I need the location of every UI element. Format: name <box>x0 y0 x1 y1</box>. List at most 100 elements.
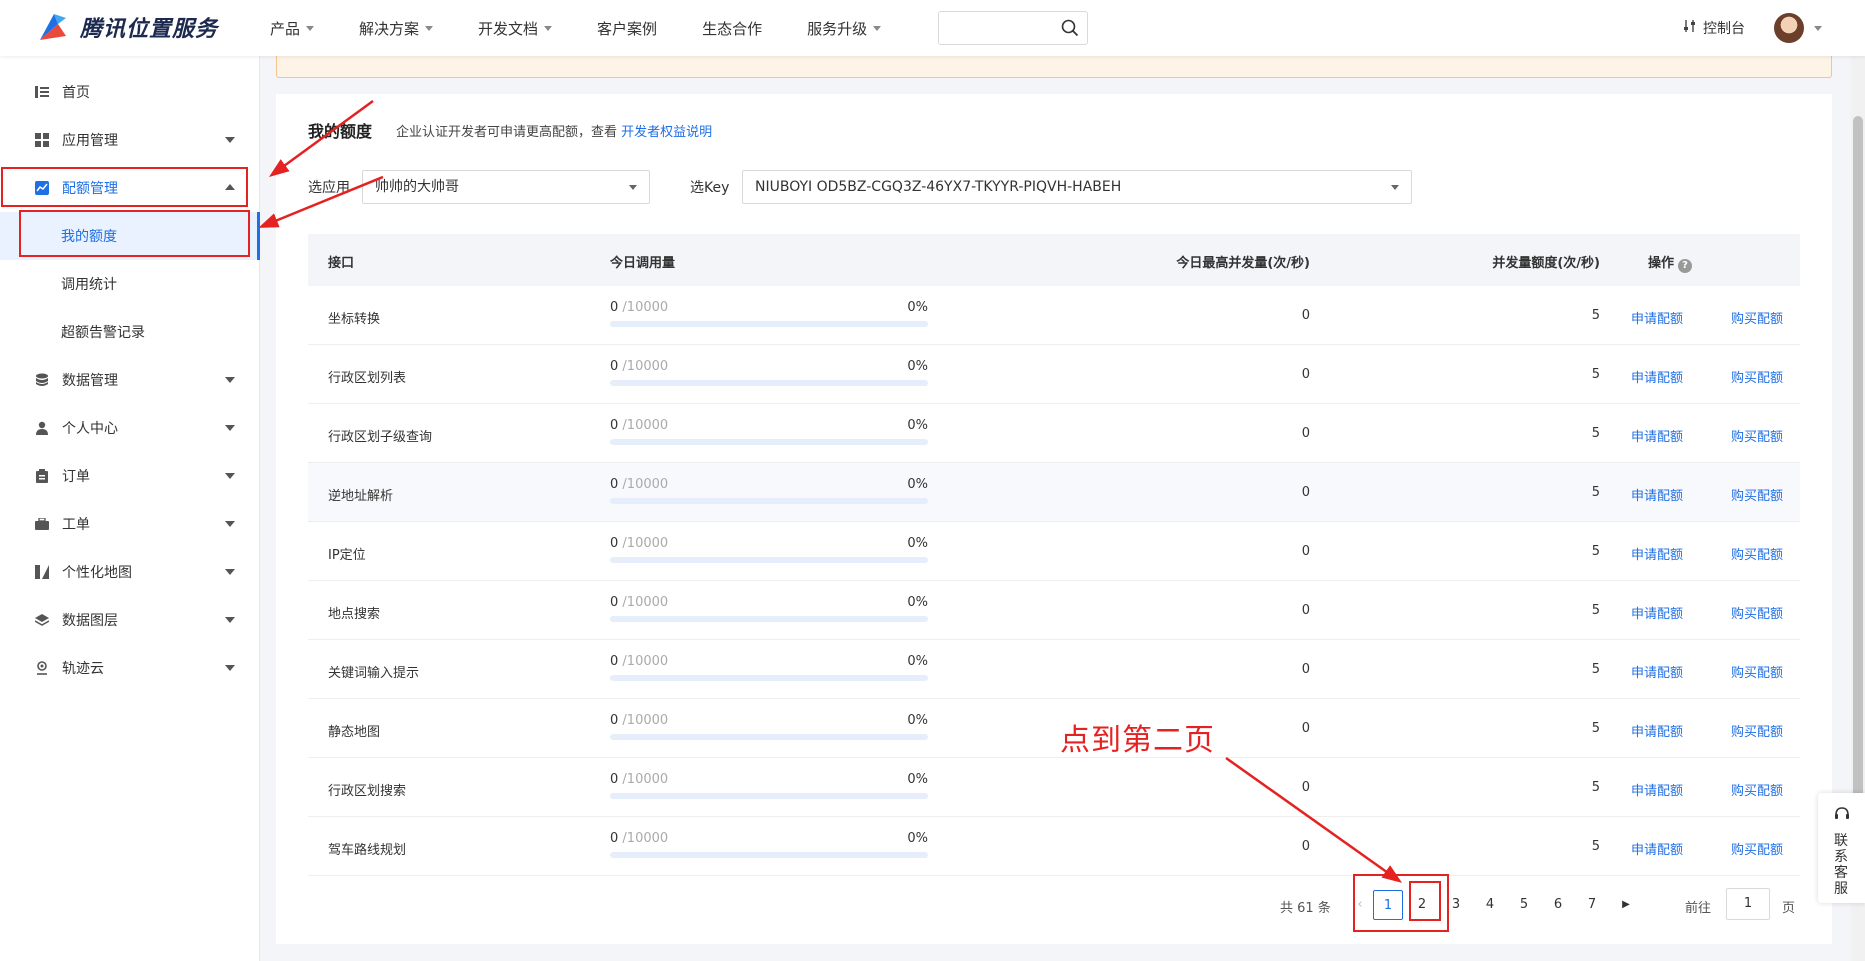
nav-cases[interactable]: 客户案例 <box>597 18 657 39</box>
usage-total: /10000 <box>622 831 669 846</box>
apply-quota-link[interactable]: 申请配额 <box>1631 662 1683 681</box>
nav-upgrade[interactable]: 服务升级 <box>807 18 882 39</box>
usage-cell: 0 /10000 0% <box>610 595 928 622</box>
nav-products[interactable]: 产品 <box>270 18 315 39</box>
location-icon <box>34 660 50 676</box>
list-icon <box>34 84 50 100</box>
nav-label: 产品 <box>270 19 301 38</box>
concurrency-quota: 5 <box>1591 662 1600 677</box>
table-row: 静态地图 0 /10000 0% 0 5 申请配额 购买配额 <box>308 699 1800 758</box>
peak-concurrency: 0 <box>1301 603 1310 618</box>
apply-quota-link[interactable]: 申请配额 <box>1631 839 1683 858</box>
buy-quota-link[interactable]: 购买配额 <box>1731 780 1783 799</box>
nav-docs[interactable]: 开发文档 <box>478 18 553 39</box>
nav-label: 生态合作 <box>702 19 763 38</box>
buy-quota-link[interactable]: 购买配额 <box>1731 485 1783 504</box>
sidebar-item-data-layers[interactable]: 数据图层 <box>0 596 260 644</box>
sidebar-item-tickets[interactable]: 工单 <box>0 500 260 548</box>
usage-cell: 0 /10000 0% <box>610 713 928 740</box>
sidebar-item-data-management[interactable]: 数据管理 <box>0 356 260 404</box>
nav-ecosystem[interactable]: 生态合作 <box>702 18 762 39</box>
next-page-icon[interactable]: ▶ <box>1611 890 1641 920</box>
layers-icon <box>34 612 50 628</box>
usage-cell: 0 /10000 0% <box>610 536 928 563</box>
apply-quota-link[interactable]: 申请配额 <box>1631 308 1683 327</box>
sidebar-item-label: 首页 <box>62 85 90 101</box>
chevron-down-icon <box>225 521 235 527</box>
usage-percent: 0% <box>907 772 928 787</box>
usage-used: 0 <box>610 654 619 669</box>
quota-hint: 企业认证开发者可申请更高配额，查看 开发者权益说明 <box>396 121 712 140</box>
console-link[interactable]: 控制台 <box>1683 18 1745 38</box>
concurrency-quota: 5 <box>1591 426 1600 441</box>
concurrency-quota: 5 <box>1591 367 1600 382</box>
api-name: 关键词输入提示 <box>328 666 420 681</box>
apply-quota-link[interactable]: 申请配额 <box>1631 780 1683 799</box>
apply-quota-link[interactable]: 申请配额 <box>1631 544 1683 563</box>
usage-total: /10000 <box>622 654 669 669</box>
apply-quota-link[interactable]: 申请配额 <box>1631 367 1683 386</box>
usage-used: 0 <box>610 595 619 610</box>
sidebar-item-orders[interactable]: 订单 <box>0 452 260 500</box>
buy-quota-link[interactable]: 购买配额 <box>1731 544 1783 563</box>
api-name: 行政区划搜索 <box>328 784 407 799</box>
scrollbar-thumb[interactable] <box>1853 116 1863 816</box>
avatar[interactable] <box>1774 13 1804 43</box>
page-6[interactable]: 6 <box>1543 890 1573 920</box>
usage-count: 0 /10000 <box>610 772 668 787</box>
app-select-value: 帅帅的大帅哥 <box>375 179 459 195</box>
buy-quota-link[interactable]: 购买配额 <box>1731 662 1783 681</box>
help-icon[interactable]: ? <box>1678 258 1693 273</box>
search-box <box>938 11 1088 45</box>
sidebar-item-home[interactable]: 首页 <box>0 68 260 116</box>
buy-quota-link[interactable]: 购买配额 <box>1731 839 1783 858</box>
buy-quota-link[interactable]: 购买配额 <box>1731 367 1783 386</box>
chevron-down-icon <box>225 665 235 671</box>
concurrency-quota: 5 <box>1591 721 1600 736</box>
apply-quota-link[interactable]: 申请配额 <box>1631 603 1683 622</box>
developer-rights-link[interactable]: 开发者权益说明 <box>621 125 712 140</box>
buy-quota-link[interactable]: 购买配额 <box>1731 426 1783 445</box>
usage-percent: 0% <box>907 654 928 669</box>
key-select[interactable]: NIUBOYI OD5BZ-CGQ3Z-46YX7-TKYYR-PIQVH-HA… <box>742 170 1412 204</box>
console-label: 控制台 <box>1703 21 1745 37</box>
apply-quota-link[interactable]: 申请配额 <box>1631 721 1683 740</box>
buy-quota-link[interactable]: 购买配额 <box>1731 721 1783 740</box>
annotation-text: 点到第二页 <box>1060 723 1215 758</box>
usage-percent: 0% <box>907 418 928 433</box>
sidebar-item-app-management[interactable]: 应用管理 <box>0 116 260 164</box>
logo-icon <box>36 10 70 44</box>
page-7[interactable]: 7 <box>1577 890 1607 920</box>
total-count: 共 61 条 <box>1280 901 1331 916</box>
usage-percent: 0% <box>907 300 928 315</box>
sidebar-item-custom-map[interactable]: 个性化地图 <box>0 548 260 596</box>
apply-quota-link[interactable]: 申请配额 <box>1631 485 1683 504</box>
grid-icon <box>34 132 50 148</box>
chevron-down-icon <box>873 25 882 31</box>
contact-service-button[interactable]: 联系客服 <box>1818 793 1865 903</box>
search-icon[interactable] <box>1061 19 1079 41</box>
goto-page-input[interactable]: 1 <box>1726 888 1770 920</box>
page-5[interactable]: 5 <box>1509 890 1539 920</box>
usage-total: /10000 <box>622 713 669 728</box>
buy-quota-link[interactable]: 购买配额 <box>1731 308 1783 327</box>
col-actions: 操作? <box>1648 252 1693 273</box>
sidebar-item-overage-alerts[interactable]: 超额告警记录 <box>0 308 260 356</box>
sidebar-item-personal-center[interactable]: 个人中心 <box>0 404 260 452</box>
logo[interactable]: 腾讯位置服务 <box>36 10 218 44</box>
sidebar-item-call-stats[interactable]: 调用统计 <box>0 260 260 308</box>
app-select[interactable]: 帅帅的大帅哥 <box>362 170 650 204</box>
concurrency-quota: 5 <box>1591 308 1600 323</box>
usage-progress-bar <box>610 557 928 563</box>
usage-progress-bar <box>610 321 928 327</box>
key-select-value: NIUBOYI OD5BZ-CGQ3Z-46YX7-TKYYR-PIQVH-HA… <box>755 179 1122 195</box>
sidebar-item-trajectory-cloud[interactable]: 轨迹云 <box>0 644 260 692</box>
buy-quota-link[interactable]: 购买配额 <box>1731 603 1783 622</box>
pagination: 共 61 条 ‹ 1 2 3 4 5 6 7 ▶ 前往 1 页 <box>276 888 1832 920</box>
chevron-down-icon[interactable] <box>1814 26 1822 31</box>
usage-progress-bar <box>610 616 928 622</box>
page-4[interactable]: 4 <box>1475 890 1505 920</box>
apply-quota-link[interactable]: 申请配额 <box>1631 426 1683 445</box>
nav-solutions[interactable]: 解决方案 <box>359 18 434 39</box>
search-input[interactable] <box>939 12 1049 44</box>
